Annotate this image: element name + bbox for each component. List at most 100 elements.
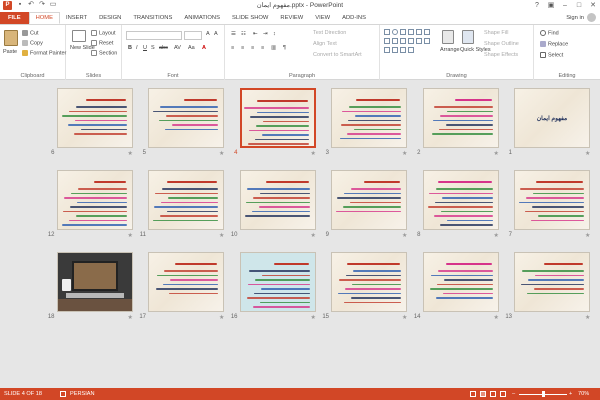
tab-home[interactable]: HOME — [28, 12, 60, 24]
quick-styles-icon[interactable] — [462, 30, 474, 44]
sign-in-link[interactable]: Sign in — [566, 13, 584, 23]
format-painter-button[interactable]: Format Painter — [22, 50, 66, 56]
tab-view[interactable]: VIEW — [309, 12, 336, 24]
slide-thumbnail-12[interactable] — [56, 170, 133, 230]
new-slide-icon[interactable] — [72, 30, 86, 42]
slide-thumbnail-13[interactable] — [514, 252, 590, 312]
shape-effects-button[interactable]: Shape Effects — [484, 52, 518, 58]
animation-star-icon[interactable]: ★ — [311, 232, 316, 239]
decrease-indent-icon[interactable]: ⇤ — [253, 31, 258, 37]
layout-button[interactable]: Layout — [91, 30, 116, 36]
slideshow-view-icon[interactable] — [500, 391, 506, 397]
shape-bracket-icon[interactable] — [384, 47, 390, 53]
shape-rounded-rect-icon[interactable] — [424, 29, 430, 35]
shape-outline-button[interactable]: Shape Outline — [484, 41, 519, 47]
font-size-combo[interactable] — [184, 31, 202, 40]
zoom-in-icon[interactable]: + — [569, 388, 572, 400]
font-color-icon[interactable]: A — [202, 45, 206, 51]
animation-star-icon[interactable]: ★ — [311, 314, 316, 321]
tab-transitions[interactable]: TRANSITIONS — [127, 12, 178, 24]
tab-slide-show[interactable]: SLIDE SHOW — [226, 12, 274, 24]
paste-button[interactable]: Paste — [3, 49, 17, 55]
cut-button[interactable]: Cut — [22, 30, 39, 36]
animation-star-icon[interactable]: ★ — [219, 150, 224, 157]
shape-oval-icon[interactable] — [392, 29, 398, 35]
change-case-icon[interactable]: Aa — [188, 45, 195, 51]
slide-thumbnail-14[interactable] — [422, 252, 499, 312]
shape-brace-icon[interactable] — [400, 38, 406, 44]
help-icon[interactable]: ? — [530, 0, 544, 11]
slide-sorter-view-icon[interactable] — [480, 391, 486, 397]
slide-thumbnail-3[interactable] — [331, 88, 407, 148]
find-button[interactable]: Find — [540, 30, 559, 36]
animation-star-icon[interactable]: ★ — [402, 232, 407, 239]
zoom-out-icon[interactable]: – — [512, 388, 515, 400]
shape-rect-icon[interactable] — [384, 29, 390, 35]
slide-thumbnail-7[interactable] — [514, 170, 590, 230]
slide-thumbnail-11[interactable] — [148, 170, 224, 230]
justify-icon[interactable]: ≡ — [261, 45, 264, 51]
underline-icon[interactable]: U — [143, 45, 147, 51]
numbering-icon[interactable]: ☷ — [241, 31, 246, 37]
shape-textbox-icon[interactable] — [384, 38, 390, 44]
tab-animations[interactable]: ANIMATIONS — [178, 12, 226, 24]
tab-add-ins[interactable]: ADD-INS — [336, 12, 372, 24]
shape-line-icon[interactable] — [400, 29, 406, 35]
animation-star-icon[interactable]: ★ — [219, 232, 224, 239]
shape-fill-button[interactable]: Shape Fill — [484, 30, 508, 36]
shape-curve-icon[interactable] — [416, 38, 422, 44]
zoom-slider-knob[interactable] — [542, 391, 545, 397]
section-button[interactable]: Section — [91, 50, 117, 56]
replace-button[interactable]: Replace — [540, 41, 568, 47]
slide-thumbnail-18[interactable] — [56, 252, 133, 312]
language-indicator[interactable]: PERSIAN — [70, 388, 95, 400]
slide-thumbnail-8[interactable] — [422, 170, 499, 230]
shape-block-arrow-icon[interactable] — [392, 47, 398, 53]
user-avatar-icon[interactable] — [587, 13, 596, 22]
align-left-icon[interactable]: ≡ — [231, 45, 234, 51]
bullets-icon[interactable]: ☰ — [231, 31, 236, 37]
tab-review[interactable]: REVIEW — [274, 12, 309, 24]
paste-icon[interactable] — [4, 30, 18, 46]
char-spacing-icon[interactable]: AV — [174, 45, 181, 51]
slide-thumbnail-6[interactable] — [56, 88, 133, 148]
tab-insert[interactable]: INSERT — [60, 12, 93, 24]
shape-more-icon[interactable] — [424, 38, 430, 44]
tab-design[interactable]: DESIGN — [93, 12, 127, 24]
animation-star-icon[interactable]: ★ — [128, 314, 133, 321]
slide-thumbnail-15[interactable] — [331, 252, 407, 312]
ribbon-display-icon[interactable]: ▣ — [544, 0, 558, 11]
zoom-level[interactable]: 70% — [578, 388, 589, 400]
align-center-icon[interactable]: ≡ — [241, 45, 244, 51]
minimize-icon[interactable]: – — [558, 0, 572, 11]
slide-thumbnail-1[interactable]: مفهوم ایمان — [514, 88, 590, 148]
select-button[interactable]: Select — [540, 52, 563, 58]
arrange-icon[interactable] — [442, 30, 454, 44]
animation-star-icon[interactable]: ★ — [402, 314, 407, 321]
shadow-icon[interactable]: S — [151, 45, 155, 51]
rtl-icon[interactable]: ¶ — [283, 45, 286, 51]
animation-star-icon[interactable]: ★ — [311, 150, 316, 157]
font-name-combo[interactable] — [126, 31, 182, 40]
slide-thumbnail-2[interactable] — [422, 88, 499, 148]
shape-star-icon[interactable] — [392, 38, 398, 44]
animation-star-icon[interactable]: ★ — [128, 232, 133, 239]
slide-thumbnail-10[interactable] — [239, 170, 316, 230]
convert-smartart-button[interactable]: Convert to SmartArt — [313, 52, 362, 58]
slide-thumbnail-16[interactable] — [239, 252, 316, 312]
bold-icon[interactable]: B — [128, 45, 132, 51]
slide-thumbnail-4[interactable] — [239, 88, 316, 148]
animation-star-icon[interactable]: ★ — [494, 232, 499, 239]
increase-indent-icon[interactable]: ⇥ — [263, 31, 268, 37]
animation-star-icon[interactable]: ★ — [494, 314, 499, 321]
reset-button[interactable]: Reset — [91, 40, 113, 46]
text-direction-button[interactable]: Text Direction — [313, 30, 346, 36]
close-icon[interactable]: ✕ — [586, 0, 600, 11]
slide-thumbnail-9[interactable] — [331, 170, 407, 230]
animation-star-icon[interactable]: ★ — [585, 150, 590, 157]
shape-flowchart-icon[interactable] — [400, 47, 406, 53]
copy-button[interactable]: Copy — [22, 40, 43, 46]
animation-star-icon[interactable]: ★ — [494, 150, 499, 157]
line-spacing-icon[interactable]: ↕ — [273, 31, 276, 37]
grow-font-icon[interactable]: A — [206, 31, 210, 37]
